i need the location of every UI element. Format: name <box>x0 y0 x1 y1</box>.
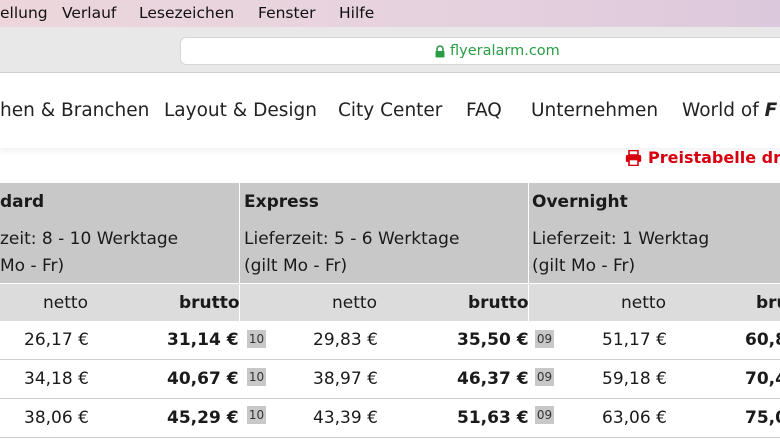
column-title-overnight: Overnight <box>532 192 628 212</box>
column-title-standard: dard <box>0 192 45 212</box>
weekday-tag: 10 <box>247 330 266 348</box>
nav-item-layout-design[interactable]: Layout & Design <box>164 100 317 121</box>
price-overnight-netto[interactable]: 59,18 € <box>602 369 667 389</box>
flyeralarm-logo-glyph: F <box>764 100 778 121</box>
menu-item-fenster[interactable]: Fenster <box>258 4 316 22</box>
price-standard-brutto[interactable]: 40,67 € <box>167 369 239 389</box>
price-overnight-brutto[interactable]: 75,0 <box>745 408 780 428</box>
price-express-netto[interactable]: 29,83 € <box>313 330 378 350</box>
column-title-express: Express <box>244 192 319 212</box>
weekday-tag: 09 <box>535 330 554 348</box>
price-standard-netto[interactable]: 38,06 € <box>24 408 89 428</box>
delivery-time-overnight: Lieferzeit: 1 Werktag <box>532 229 710 249</box>
subheader-brutto: brutto <box>179 293 240 313</box>
delivery-note-standard: Mo - Fr) <box>0 256 65 276</box>
price-express-netto[interactable]: 43,39 € <box>313 408 378 428</box>
price-express-brutto[interactable]: 35,50 € <box>457 330 529 350</box>
delivery-note-express: (gilt Mo - Fr) <box>244 256 348 276</box>
menu-item-lesezeichen[interactable]: Lesezeichen <box>139 4 234 22</box>
weekday-tag: 09 <box>535 368 554 386</box>
url-text: flyeralarm.com <box>450 43 560 59</box>
delivery-note-overnight: (gilt Mo - Fr) <box>532 256 636 276</box>
url-display[interactable]: flyeralarm.com <box>435 42 560 60</box>
price-express-brutto[interactable]: 51,63 € <box>457 408 529 428</box>
subheader-brutto: brutto <box>468 293 529 313</box>
price-overnight-brutto[interactable]: 70,4 <box>745 369 780 389</box>
weekday-tag: 09 <box>535 406 554 424</box>
weekday-tag: 10 <box>247 406 266 424</box>
price-standard-netto[interactable]: 34,18 € <box>24 369 89 389</box>
row-divider <box>0 398 780 399</box>
price-standard-netto[interactable]: 26,17 € <box>24 330 89 350</box>
price-standard-brutto[interactable]: 31,14 € <box>167 330 239 350</box>
price-express-brutto[interactable]: 46,37 € <box>457 369 529 389</box>
nav-item-themen-branchen[interactable]: hen & Branchen <box>0 100 149 121</box>
price-overnight-brutto[interactable]: 60,8 <box>745 330 780 350</box>
print-price-table-link[interactable]: Preistabelle druc <box>625 148 780 167</box>
lock-icon <box>435 44 445 57</box>
price-standard-brutto[interactable]: 45,29 € <box>167 408 239 428</box>
row-divider <box>0 437 780 438</box>
weekday-tag: 10 <box>247 368 266 386</box>
subheader-netto: netto <box>621 293 666 313</box>
print-link-label: Preistabelle druc <box>648 148 780 167</box>
menu-item-darstellung[interactable]: ellung <box>0 4 48 22</box>
nav-item-faq[interactable]: FAQ <box>466 100 502 121</box>
row-divider <box>0 359 780 360</box>
nav-item-world-of[interactable]: World of F <box>682 100 777 121</box>
menu-bar <box>0 0 780 27</box>
price-express-netto[interactable]: 38,97 € <box>313 369 378 389</box>
nav-item-unternehmen[interactable]: Unternehmen <box>531 100 658 121</box>
price-overnight-netto[interactable]: 51,17 € <box>602 330 667 350</box>
menu-item-verlauf[interactable]: Verlauf <box>62 4 116 22</box>
subheader-brutto: bru <box>756 293 780 313</box>
subheader-netto: netto <box>43 293 88 313</box>
printer-icon <box>625 149 642 166</box>
menu-item-hilfe[interactable]: Hilfe <box>339 4 374 22</box>
nav-item-world-of-label: World of <box>682 100 759 121</box>
price-overnight-netto[interactable]: 63,06 € <box>602 408 667 428</box>
delivery-time-express: Lieferzeit: 5 - 6 Werktage <box>244 229 460 249</box>
delivery-time-standard: zeit: 8 - 10 Werktage <box>0 229 179 249</box>
nav-item-city-center[interactable]: City Center <box>338 100 442 121</box>
subheader-netto: netto <box>332 293 377 313</box>
